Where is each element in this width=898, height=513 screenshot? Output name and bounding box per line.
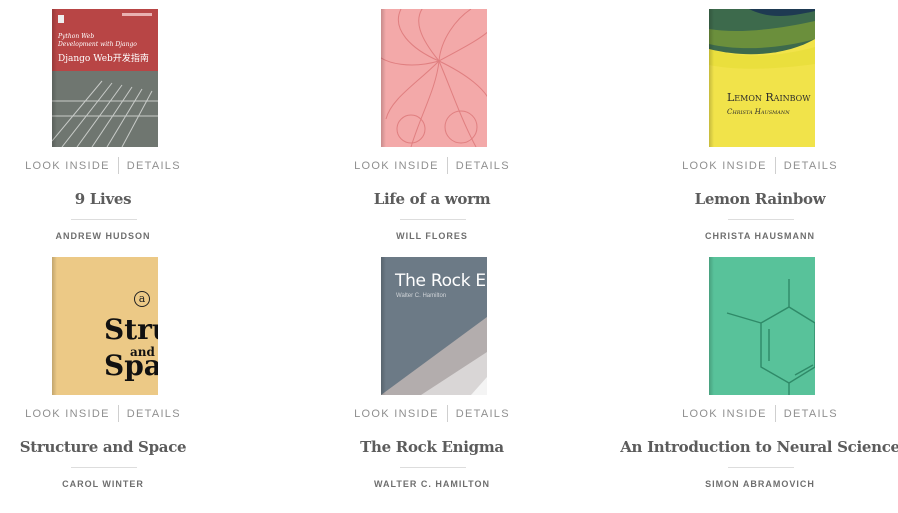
cover-line: Django Web开发指南: [58, 54, 149, 64]
divider: [774, 157, 776, 174]
cover-line: a: [134, 291, 150, 307]
look-inside-link[interactable]: LOOK INSIDE: [25, 160, 110, 172]
book-cover[interactable]: The Rock Enig Walter C. Hamilton: [381, 257, 487, 395]
divider: [400, 467, 466, 468]
book-title[interactable]: Structure and Space: [0, 438, 253, 456]
book-author: WALTER C. HAMILTON: [374, 479, 490, 489]
cover-line: Walter C. Hamilton: [396, 293, 447, 299]
book-actions: LOOK INSIDE DETAILS: [0, 405, 253, 422]
divider: [728, 219, 794, 220]
look-inside-link[interactable]: LOOK INSIDE: [354, 160, 439, 172]
details-link[interactable]: DETAILS: [127, 408, 181, 420]
divider: [117, 405, 119, 422]
cover-illustration: [381, 9, 487, 147]
details-link[interactable]: DETAILS: [456, 408, 510, 420]
book-cover[interactable]: Lemon Rainbow Christa Hausmann: [709, 9, 815, 147]
divider: [117, 157, 119, 174]
book-cover[interactable]: Python Web Development with Django Djang…: [52, 9, 158, 147]
look-inside-link[interactable]: LOOK INSIDE: [682, 408, 767, 420]
divider: [774, 405, 776, 422]
book-cover[interactable]: [709, 257, 815, 395]
book-author: CHRISTA HAUSMANN: [705, 231, 815, 241]
book-actions: LOOK INSIDE DETAILS: [610, 405, 898, 422]
book-title[interactable]: Life of a worm: [282, 190, 582, 208]
cover-line: Christa Hausmann: [727, 108, 790, 116]
book-actions: LOOK INSIDE DETAILS: [282, 405, 582, 422]
look-inside-link[interactable]: LOOK INSIDE: [25, 408, 110, 420]
cover-illustration: [709, 9, 815, 69]
divider: [446, 405, 448, 422]
book-title[interactable]: An Introduction to Neural Science: [610, 438, 898, 456]
book-cover[interactable]: a Struct and Spac: [52, 257, 158, 395]
book-actions: LOOK INSIDE DETAILS: [282, 157, 582, 174]
cover-line: The Rock Enig: [395, 271, 487, 291]
divider: [71, 219, 137, 220]
divider: [446, 157, 448, 174]
book-author: WILL FLORES: [396, 231, 468, 241]
book-title[interactable]: The Rock Enigma: [282, 438, 582, 456]
cover-line: Struct: [104, 313, 158, 346]
book-actions: LOOK INSIDE DETAILS: [0, 157, 253, 174]
book-author: CAROL WINTER: [62, 479, 144, 489]
cover-line: Development with Django: [58, 41, 137, 48]
cover-line: Python Web: [58, 33, 95, 40]
divider: [71, 467, 137, 468]
look-inside-link[interactable]: LOOK INSIDE: [682, 160, 767, 172]
book-title[interactable]: Lemon Rainbow: [610, 190, 898, 208]
book-author: SIMON ABRAMOVICH: [705, 479, 815, 489]
details-link[interactable]: DETAILS: [784, 160, 838, 172]
book-actions: LOOK INSIDE DETAILS: [610, 157, 898, 174]
divider: [728, 467, 794, 468]
cover-line: Lemon Rainbow: [727, 91, 811, 104]
cover-line: Spac: [104, 349, 158, 382]
divider: [400, 219, 466, 220]
details-link[interactable]: DETAILS: [127, 160, 181, 172]
cover-illustration: [52, 71, 158, 147]
book-author: ANDREW HUDSON: [55, 231, 151, 241]
book-title[interactable]: 9 Lives: [0, 190, 253, 208]
cover-illustration: [726, 279, 815, 395]
details-link[interactable]: DETAILS: [456, 160, 510, 172]
details-link[interactable]: DETAILS: [784, 408, 838, 420]
book-cover[interactable]: [381, 9, 487, 147]
look-inside-link[interactable]: LOOK INSIDE: [354, 408, 439, 420]
